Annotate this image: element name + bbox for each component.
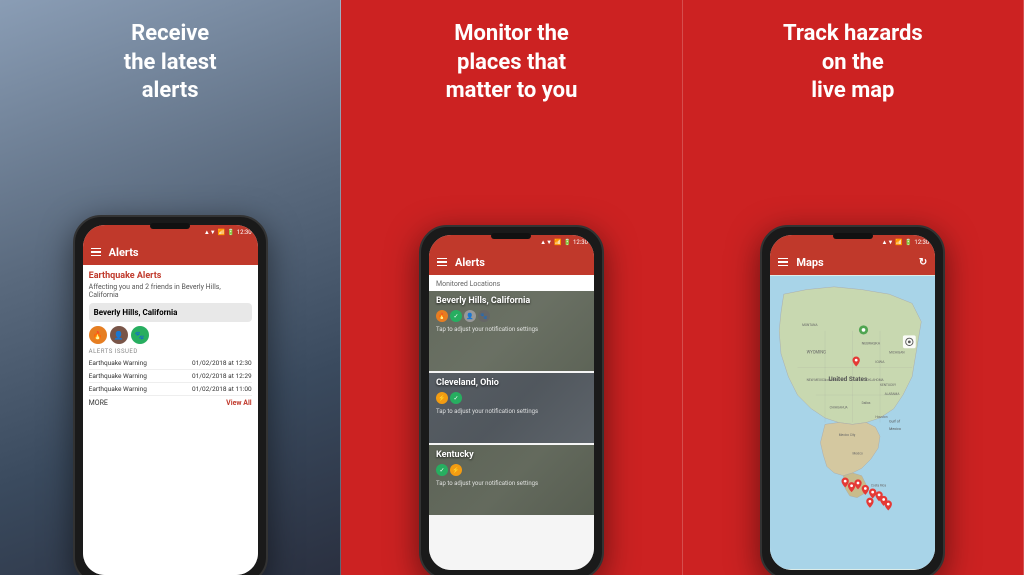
status-icons-1: ▲▼ 📶 🔋 12:30: [204, 229, 252, 236]
header-title-3: Maps: [796, 256, 823, 269]
section-label: ALERTS ISSUED: [89, 348, 252, 355]
earthquake-alert-title: Earthquake Alerts: [89, 271, 252, 281]
panel-3-title: Track hazards on the live map: [783, 20, 923, 106]
location-icons-beverly: 🔥 ✓ 👤 🐾: [429, 308, 594, 324]
phone-1-screen: ▲▼ 📶 🔋 12:30 Alerts Earthquake Alerts: [83, 225, 258, 575]
alert-row-3: Earthquake Warning 01/02/2018 at 11:00: [89, 383, 252, 396]
avatar-1: 🔥: [89, 326, 107, 344]
header-title-2: Alerts: [455, 256, 485, 269]
avatar-row: 🔥 👤 🐾: [89, 326, 252, 344]
location-icons-cleveland: ⚡ ✓: [429, 390, 594, 406]
loc-icon-2: ✓: [450, 310, 462, 322]
alert-row-1: Earthquake Warning 01/02/2018 at 12:30: [89, 357, 252, 370]
screen-1-content: Earthquake Alerts Affecting you and 2 fr…: [83, 265, 258, 575]
hamburger-icon-2[interactable]: [437, 258, 447, 267]
screen-2-content: Monitored Locations Beverly Hills, Calif…: [429, 275, 594, 570]
loc-icon-4: 🐾: [478, 310, 490, 322]
avatar-3: 🐾: [131, 326, 149, 344]
status-bar-1: ▲▼ 📶 🔋 12:30: [83, 225, 258, 239]
loc-icon-ky-1: ✓: [436, 464, 448, 476]
status-bar-3: ▲▼ 📶 🔋 12:30: [770, 235, 935, 249]
location-item-cleveland[interactable]: Cleveland, Ohio ⚡ ✓ Tap to adjust your n…: [429, 373, 594, 443]
map-svg[interactable]: United States WYOMING IOWA NEBRASKA MONT…: [770, 275, 935, 570]
alert-subtitle: Affecting you and 2 friends in Beverly H…: [89, 283, 252, 299]
tap-hint-beverly: Tap to adjust your notification settings: [429, 324, 594, 337]
svg-text:WYOMING: WYOMING: [807, 351, 827, 356]
location-name-beverly: Beverly Hills, California: [429, 291, 594, 308]
svg-text:Houston: Houston: [876, 415, 888, 419]
status-bar-2: ▲▼ 📶 🔋 12:30: [429, 235, 594, 249]
app-header-1: Alerts: [83, 239, 258, 265]
loc-icon-clev-1: ⚡: [436, 392, 448, 404]
location-name-kentucky: Kentucky: [429, 445, 594, 462]
tap-hint-cleveland: Tap to adjust your notification settings: [429, 406, 594, 419]
alert-row-2: Earthquake Warning 01/02/2018 at 12:29: [89, 370, 252, 383]
phone-2: ▲▼ 📶 🔋 12:30 Alerts Monitored Locations: [419, 225, 604, 575]
phone-1: ▲▼ 📶 🔋 12:30 Alerts Earthquake Alerts: [73, 215, 268, 575]
svg-text:MONTANA: MONTANA: [802, 323, 818, 327]
tap-hint-kentucky: Tap to adjust your notification settings: [429, 478, 594, 491]
panel-receive-alerts: Receive the latest alerts ▲▼ 📶 🔋 12:30: [0, 0, 341, 575]
status-icons-2: ▲▼ 📶 🔋 12:30: [540, 239, 588, 246]
phone-1-wrapper: ▲▼ 📶 🔋 12:30 Alerts Earthquake Alerts: [0, 215, 340, 575]
monitored-label: Monitored Locations: [429, 275, 594, 291]
panel-monitor-places: Monitor the places that matter to you ▲▼…: [341, 0, 682, 575]
loc-icon-ky-2: ⚡: [450, 464, 462, 476]
loc-icon-1: 🔥: [436, 310, 448, 322]
loc-icon-clev-2: ✓: [450, 392, 462, 404]
phone-3-screen: ▲▼ 📶 🔋 12:30 Maps ↻: [770, 235, 935, 570]
svg-text:KENTUCKY: KENTUCKY: [880, 383, 896, 387]
view-all-row: MORE View All: [89, 396, 252, 410]
svg-text:Costa Rica: Costa Rica: [871, 484, 887, 488]
svg-text:CHIHUAHUA: CHIHUAHUA: [830, 406, 849, 410]
svg-text:Mexico: Mexico: [889, 427, 901, 431]
status-icons-3: ▲▼ 📶 🔋 12:30: [882, 239, 930, 246]
svg-text:ALABAMA: ALABAMA: [885, 392, 901, 396]
svg-text:Mexico: Mexico: [853, 452, 863, 456]
location-card[interactable]: Beverly Hills, California: [89, 303, 252, 322]
svg-text:NEW MEXICO: NEW MEXICO: [807, 378, 826, 382]
svg-text:MICHIGAN: MICHIGAN: [889, 351, 904, 355]
view-all-link[interactable]: View All: [226, 399, 252, 407]
svg-text:NEBRASKA: NEBRASKA: [862, 342, 881, 346]
phone-2-wrapper: ▲▼ 📶 🔋 12:30 Alerts Monitored Locations: [341, 225, 681, 575]
phone-2-screen: ▲▼ 📶 🔋 12:30 Alerts Monitored Locations: [429, 235, 594, 570]
location-name-cleveland: Cleveland, Ohio: [429, 373, 594, 390]
svg-text:Gulf of: Gulf of: [889, 420, 901, 424]
panel-track-hazards: Track hazards on the live map ▲▼ 📶 🔋 12:…: [683, 0, 1024, 575]
loc-icon-3: 👤: [464, 310, 476, 322]
svg-text:IOWA: IOWA: [876, 360, 886, 364]
panel-1-title: Receive the latest alerts: [124, 20, 217, 106]
phone-3: ▲▼ 📶 🔋 12:30 Maps ↻: [760, 225, 945, 575]
refresh-icon[interactable]: ↻: [919, 257, 927, 268]
screen-3-content: United States WYOMING IOWA NEBRASKA MONT…: [770, 275, 935, 570]
app-header-2: Alerts: [429, 249, 594, 275]
avatar-2: 👤: [110, 326, 128, 344]
svg-text:Mexico City: Mexico City: [839, 433, 856, 437]
hamburger-icon-1[interactable]: [91, 248, 101, 257]
location-item-kentucky[interactable]: Kentucky ✓ ⚡ Tap to adjust your notifica…: [429, 445, 594, 515]
svg-text:COLORADO: COLORADO: [825, 378, 839, 382]
svg-text:Dallas: Dallas: [862, 401, 871, 405]
panel-2-title: Monitor the places that matter to you: [446, 20, 578, 106]
location-item-beverly[interactable]: Beverly Hills, California 🔥 ✓ 👤 🐾 Tap to…: [429, 291, 594, 371]
svg-text:OKLAHOMA: OKLAHOMA: [867, 378, 885, 382]
phone-3-wrapper: ▲▼ 📶 🔋 12:30 Maps ↻: [683, 225, 1023, 575]
hamburger-icon-3[interactable]: [778, 258, 788, 267]
header-title-1: Alerts: [109, 246, 139, 259]
location-icons-kentucky: ✓ ⚡: [429, 462, 594, 478]
app-header-3: Maps ↻: [770, 249, 935, 275]
